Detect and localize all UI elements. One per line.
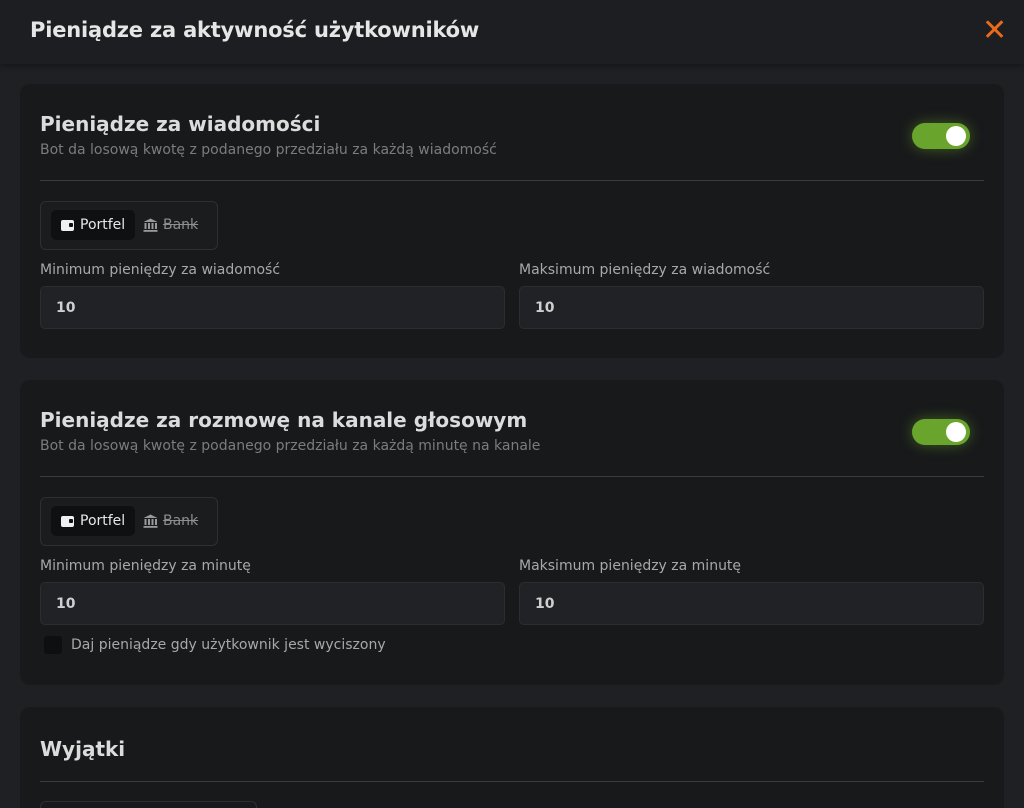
min-money-label: Minimum pieniędzy za wiadomość: [40, 262, 281, 278]
voice-enabled-toggle[interactable]: [912, 419, 970, 445]
messages-card-description: Bot da losową kwotę z podanego przedział…: [40, 142, 497, 158]
voice-card-title: Pieniądze za rozmowę na kanale głosowym: [40, 408, 528, 432]
min-money-input[interactable]: [40, 582, 505, 625]
wallet-icon: [61, 219, 74, 231]
exceptions-card: Wyjątki: [20, 707, 1004, 808]
bank-option[interactable]: Bank: [143, 506, 198, 536]
messages-money-card: Pieniądze za wiadomości Bot da losową kw…: [20, 84, 1004, 358]
max-money-label: Maksimum pieniędzy za wiadomość: [519, 262, 771, 278]
messages-enabled-toggle[interactable]: [912, 123, 970, 149]
bank-option[interactable]: Bank: [143, 210, 198, 240]
checkbox-box[interactable]: [44, 636, 62, 654]
exceptions-selector-partial[interactable]: [40, 801, 257, 808]
messages-balance-selector: Portfel Bank: [40, 201, 218, 250]
wallet-icon: [61, 515, 74, 527]
modal-header: Pieniądze za aktywność użytkowników ✕: [0, 0, 1024, 64]
divider: [40, 476, 984, 477]
close-icon[interactable]: ✕: [982, 16, 1007, 46]
voice-money-card: Pieniądze za rozmowę na kanale głosowym …: [20, 380, 1004, 685]
messages-card-title: Pieniądze za wiadomości: [40, 112, 321, 136]
max-money-label: Maksimum pieniędzy za minutę: [519, 558, 742, 574]
muted-money-checkbox[interactable]: Daj pieniądze gdy użytkownik jest wycisz…: [44, 636, 386, 654]
bank-icon: [143, 218, 158, 232]
min-money-label: Minimum pieniędzy za minutę: [40, 558, 251, 574]
max-money-input[interactable]: [519, 286, 984, 329]
bank-option-label: Bank: [163, 513, 199, 529]
wallet-option-label: Portfel: [80, 513, 126, 529]
max-money-input[interactable]: [519, 582, 984, 625]
voice-balance-selector: Portfel Bank: [40, 497, 218, 546]
muted-money-label: Daj pieniądze gdy użytkownik jest wycisz…: [71, 637, 386, 653]
voice-card-description: Bot da losową kwotę z podanego przedział…: [40, 438, 541, 454]
wallet-option[interactable]: Portfel: [51, 210, 135, 240]
divider: [40, 781, 984, 782]
bank-icon: [143, 514, 158, 528]
toggle-knob: [946, 126, 966, 146]
bank-option-label: Bank: [163, 217, 199, 233]
exceptions-card-title: Wyjątki: [40, 737, 126, 761]
wallet-option[interactable]: Portfel: [51, 506, 135, 536]
min-money-input[interactable]: [40, 286, 505, 329]
wallet-option-label: Portfel: [80, 217, 126, 233]
divider: [40, 180, 984, 181]
toggle-knob: [946, 422, 966, 442]
modal-title: Pieniądze za aktywność użytkowników: [30, 18, 480, 42]
